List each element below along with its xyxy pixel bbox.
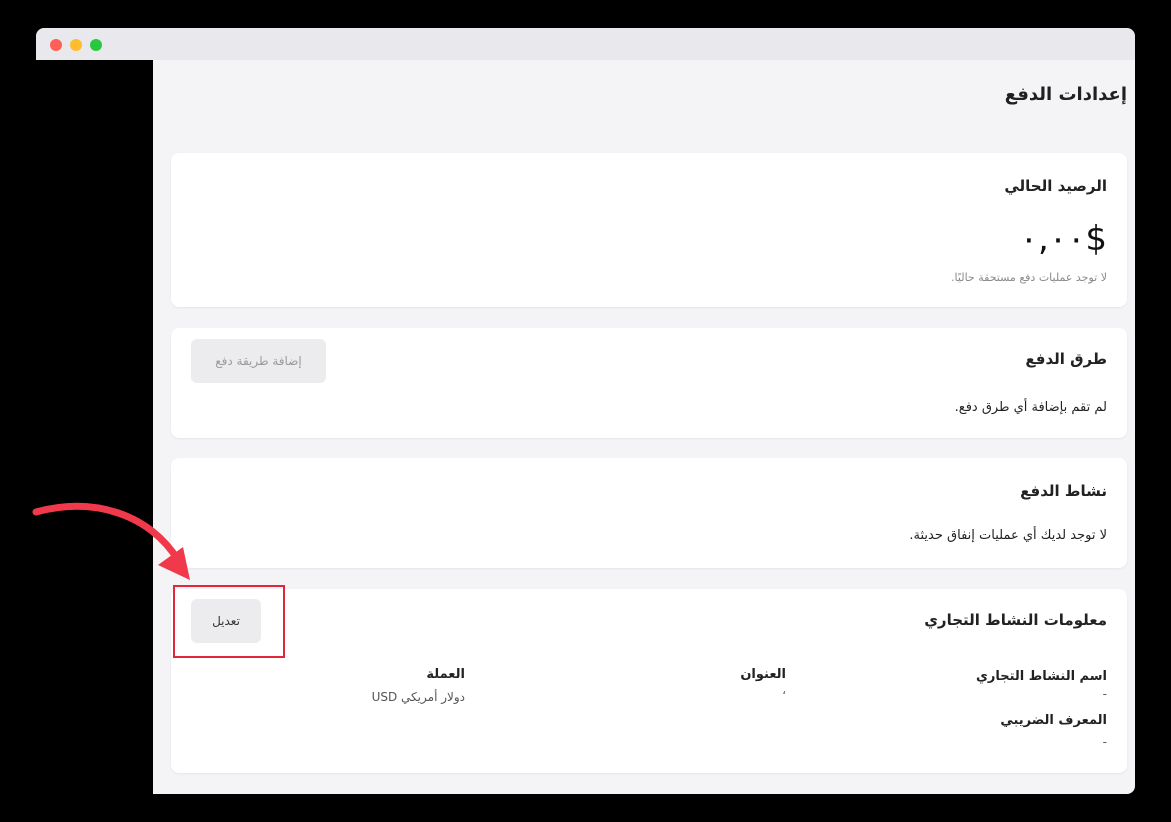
- annotation-arrow-icon: [32, 502, 190, 580]
- edit-button-highlight: [173, 585, 285, 658]
